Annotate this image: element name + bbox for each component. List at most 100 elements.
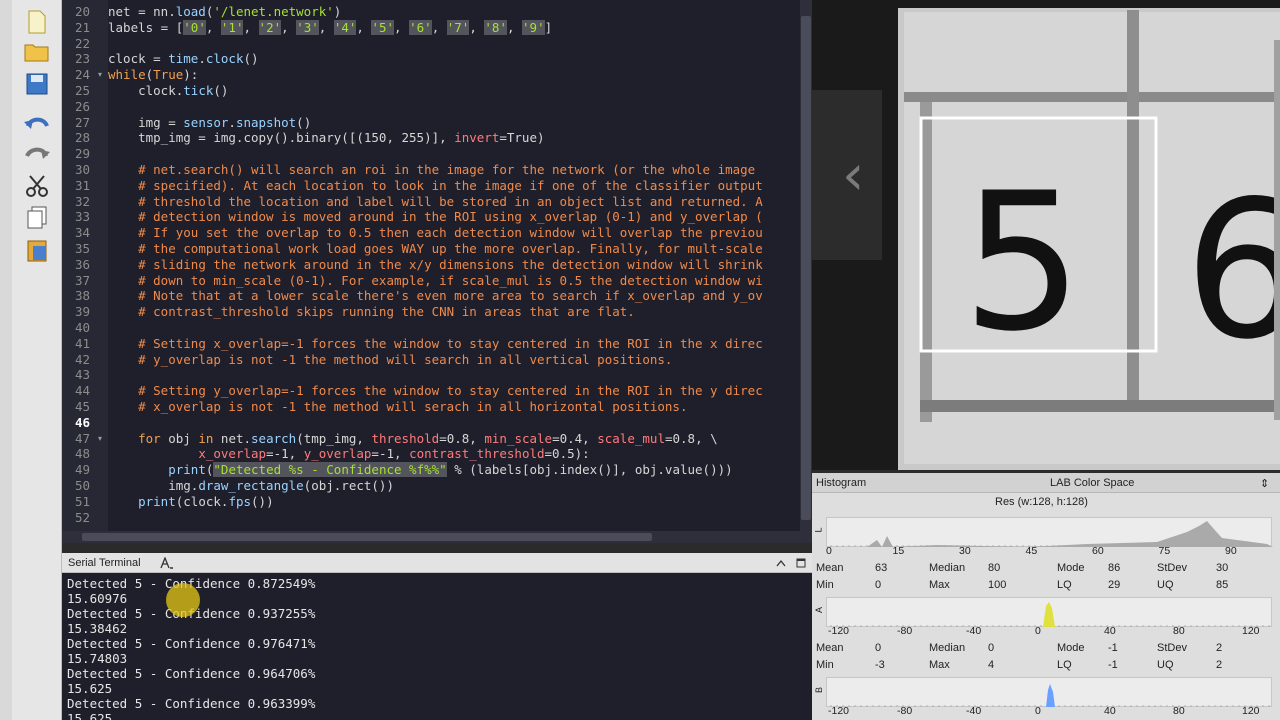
resolution-label: Res (w:128, h:128) [995,496,1088,508]
frame-buffer-view: ‹ 5 6 [812,0,1280,470]
collapse-icon[interactable] [776,559,786,567]
code-line[interactable]: while(True): [108,67,198,83]
scissors-icon [26,175,48,197]
line-number: 48 [74,446,90,462]
cut-button[interactable] [22,172,52,200]
line-number: 29 [74,146,90,162]
paste-icon [27,240,47,262]
line-number: 36 [74,256,90,272]
line-number: 37 [74,272,90,288]
stat-value: -3 [875,659,885,671]
stat-value: 0 [875,642,882,654]
channel-label: L [813,527,824,533]
axis-tick: 40 [1104,625,1116,637]
code-line[interactable]: # down to min_scale (0-1). For example, … [108,273,763,289]
histogram-title: Histogram [816,477,867,489]
line-number: 35 [74,241,90,256]
code-line[interactable]: # specified). At each location to look i… [108,178,763,194]
code-line[interactable]: print(clock.fps()) [108,494,273,510]
stat-value: 63 [875,562,888,574]
code-line[interactable]: # Note that at a lower scale there's eve… [108,288,763,304]
serial-terminal: Serial Terminal Detected 5 - Confidence … [62,553,812,720]
stat-value: 86 [1108,562,1121,574]
stat-label: LQ [1057,659,1072,671]
line-number: 23 [74,51,90,67]
axis-tick: 90 [1225,545,1237,557]
save-icon [26,73,48,95]
stat-value: 100 [988,579,1007,591]
code-line[interactable]: # x_overlap is not -1 the method will se… [108,399,687,415]
stat-label: Mean [816,562,844,574]
code-line[interactable]: # y_overlap is not -1 the method will se… [108,352,672,368]
code-line[interactable]: print("Detected %s - Confidence %f%%" % … [108,462,733,478]
code-line[interactable]: labels = ['0', '1', '2', '3', '4', '5', … [108,19,552,36]
stat-label: Median [929,562,966,574]
code-line[interactable]: # If you set the overlap to 0.5 then eac… [108,225,763,241]
line-number: 24 [74,67,90,83]
stat-value: 2 [1216,659,1223,671]
code-line[interactable]: # threshold the location and label will … [108,194,763,210]
editor-horizontal-scroll-thumb[interactable] [82,533,652,541]
fold-toggle-icon[interactable]: ▾ [98,431,106,447]
terminal-line: 15.625 [67,711,113,720]
frame-buffer-glyph: 6 [1184,160,1280,381]
code-line[interactable]: img = sensor.snapshot() [108,115,311,131]
code-line[interactable]: # contrast_threshold skips running the C… [108,304,635,320]
line-number: 28 [74,130,90,146]
toolbar [12,0,62,720]
redo-button[interactable] [22,140,52,168]
stat-value: 30 [1216,562,1229,574]
terminal-line: 15.74803 [67,651,128,666]
line-number: 25 [74,83,90,98]
code-line[interactable]: net = nn.load('/lenet.network') [108,4,341,20]
line-number: 26 [74,98,90,114]
code-line[interactable]: # Setting x_overlap=-1 forces the window… [108,336,763,352]
stat-label: LQ [1057,579,1072,591]
code-line[interactable]: # detection window is moved around in th… [108,209,763,225]
window-edge [0,0,12,720]
new-file-button[interactable] [22,8,52,36]
select-arrows-icon[interactable]: ⇕ [1260,477,1269,490]
code-line[interactable]: x_overlap=-1, y_overlap=-1, contrast_thr… [108,446,589,462]
line-number: 44 [74,383,90,399]
stat-value: 29 [1108,579,1121,591]
code-line[interactable]: # net.search() will search an roi in the… [108,162,755,178]
stat-label: UQ [1157,579,1174,591]
stat-label: StDev [1157,562,1187,574]
fold-toggle-icon[interactable]: ▾ [98,67,106,83]
code-line[interactable]: clock = time.clock() [108,51,259,67]
stat-value: 0 [988,642,995,654]
open-file-button[interactable] [22,38,52,66]
axis-tick: 0 [1035,705,1041,717]
editor-vertical-scrollbar[interactable] [800,0,812,543]
editor-horizontal-scrollbar[interactable] [62,531,800,543]
color-space-select[interactable]: LAB Color Space [1050,477,1134,489]
float-panel-icon[interactable] [796,558,806,568]
code-editor[interactable]: 20 net = nn.load('/lenet.network') 21 label… [62,0,812,543]
font-icon[interactable] [160,557,174,569]
save-button[interactable] [22,70,52,98]
stat-value: 0 [875,579,882,591]
code-line[interactable]: for obj in net.search(tmp_img, threshold… [108,431,718,447]
axis-tick: 0 [1035,625,1041,637]
code-line[interactable]: # Setting y_overlap=-1 forces the window… [108,383,763,399]
paste-button[interactable] [22,236,52,264]
code-line[interactable]: tmp_img = img.copy().binary([(150, 255)]… [108,130,544,146]
histogram-plot-b [826,677,1272,707]
code-line[interactable]: # sliding the network around in the x/y … [108,257,763,273]
histogram-bars [830,602,1270,627]
histogram-plot-l [826,517,1273,547]
code-line[interactable]: clock.tick() [108,83,228,99]
code-line[interactable]: # the computational work load goes WAY u… [108,241,763,257]
undo-button[interactable] [22,110,52,138]
line-number: 51 [74,493,90,509]
line-number: 21 [74,19,90,35]
copy-button[interactable] [22,204,52,232]
editor-vertical-scroll-thumb[interactable] [801,16,811,520]
histogram-panel: Histogram LAB Color Space ⇕ Res (w:128, … [812,473,1280,720]
axis-tick: 75 [1158,545,1171,557]
code-line[interactable]: img.draw_rectangle(obj.rect()) [108,478,394,494]
line-number: 33 [74,209,90,225]
line-number: 49 [74,462,90,478]
stat-label: Median [929,642,966,654]
